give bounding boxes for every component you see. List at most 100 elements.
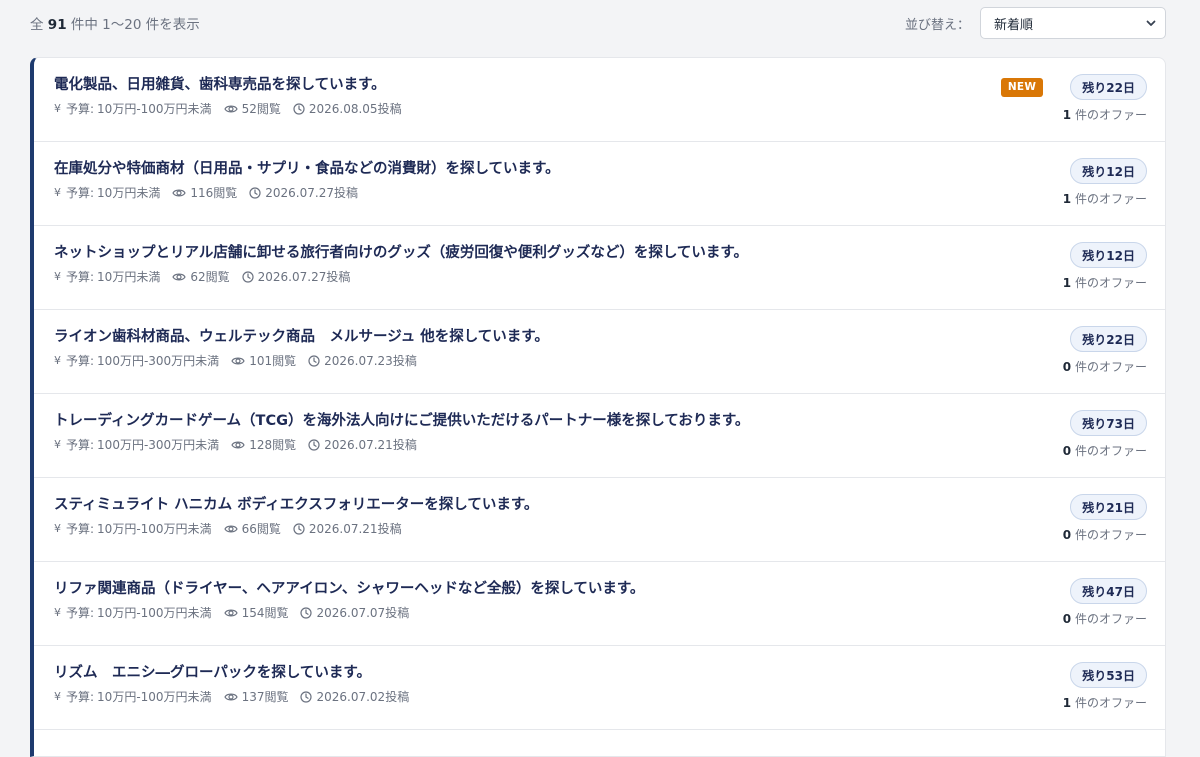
yen-icon: ¥ (54, 186, 61, 199)
remaining-days-badge: 残り21日 (1070, 494, 1147, 520)
request-item[interactable]: リズム エニシ―グローパックを探しています。 ¥ 予算: 10万円-100万円未… (34, 646, 1165, 730)
views-suffix: 閲覧 (272, 354, 297, 368)
request-title[interactable]: 電化製品、日用雑貨、歯科専売品を探しています。 (54, 75, 974, 95)
budget-value: 10万円未満 (97, 186, 161, 200)
request-item[interactable]: スティミュライト ハニカム ボディエクスフォリエーターを探しています。 ¥ 予算… (34, 478, 1165, 562)
views-count: 101 (249, 354, 273, 368)
budget-prefix: 予算: (66, 690, 95, 704)
request-item[interactable]: 在庫処分や特価商材（日用品・サプリ・食品などの消費財）を探しています。 ¥ 予算… (34, 142, 1165, 226)
views-info: 154 閲覧 (223, 605, 289, 621)
result-count-prefix: 全 (30, 17, 44, 33)
request-item[interactable]: トレーディングカードゲーム（TCG）を海外法人向けにご提供いただけるパートナー様… (34, 394, 1165, 478)
badge-row: NEW 残り22日 (1000, 74, 1147, 100)
yen-icon: ¥ (54, 102, 61, 115)
offer-count-value: 0 (1062, 444, 1072, 458)
views-info: 101 閲覧 (231, 353, 296, 369)
request-item[interactable]: リファ関連商品（ドライヤー、ヘアアイロン、シャワーヘッドなど全般）を探しています… (34, 562, 1165, 646)
offer-count-value: 0 (1062, 360, 1072, 374)
eye-icon (223, 523, 238, 535)
offer-count-suffix: 件のオファー (1074, 276, 1147, 290)
request-meta: ¥ 予算: 10万円-100万円未満 154 閲覧 2026.07.07 投稿 (54, 605, 1145, 621)
eye-icon (223, 607, 238, 619)
eye-icon (172, 271, 187, 283)
badge-row: 残り21日 (1070, 494, 1147, 520)
request-meta: ¥ 予算: 10万円未満 116 閲覧 2026.07.27 投稿 (54, 185, 1145, 201)
views-info: 116 閲覧 (172, 185, 237, 201)
request-status: NEW 残り22日 1 件のオファー (1000, 74, 1147, 123)
request-meta: ¥ 予算: 10万円-100万円未満 137 閲覧 2026.07.02 投稿 (54, 689, 1145, 705)
clock-icon (293, 103, 305, 115)
posted-info: 2026.07.27 投稿 (249, 185, 358, 201)
request-title[interactable]: リファ関連商品（ドライヤー、ヘアアイロン、シャワーヘッドなど全般）を探しています… (54, 579, 974, 599)
request-title[interactable]: ネットショップとリアル店舗に卸せる旅行者向けのグッズ（疲労回復や便利グッズなど）… (54, 243, 974, 263)
budget-prefix: 予算: (66, 438, 95, 452)
request-title[interactable]: トレーディングカードゲーム（TCG）を海外法人向けにご提供いただけるパートナー様… (54, 411, 974, 431)
posted-info: 2026.07.21 投稿 (293, 521, 402, 537)
posted-date: 2026.07.27 (265, 186, 334, 200)
budget-prefix: 予算: (66, 102, 95, 116)
result-total: 91 (47, 17, 67, 33)
budget-value: 10万円-100万円未満 (97, 522, 212, 536)
request-status: 残り12日 1 件のオファー (1063, 242, 1147, 291)
badge-row: 残り73日 (1070, 410, 1147, 436)
budget-value: 100万円-300万円未満 (97, 354, 220, 368)
sort-label: 並び替え： (904, 17, 970, 33)
posted-suffix: 投稿 (385, 606, 410, 620)
posted-info: 2026.07.02 投稿 (300, 689, 409, 705)
posted-suffix: 投稿 (392, 438, 417, 452)
offer-count: 1 件のオファー (1063, 694, 1147, 711)
request-title[interactable]: リズム エニシ―グローパックを探しています。 (54, 663, 974, 683)
sort-select[interactable]: 新着順 (980, 7, 1166, 39)
yen-icon: ¥ (54, 438, 61, 451)
budget-info: ¥ 予算: 10万円未満 (54, 269, 160, 285)
yen-icon: ¥ (54, 522, 61, 535)
views-suffix: 閲覧 (272, 438, 297, 452)
request-title[interactable]: 在庫処分や特価商材（日用品・サプリ・食品などの消費財）を探しています。 (54, 159, 974, 179)
posted-info: 2026.07.23 投稿 (308, 353, 417, 369)
posted-date: 2026.07.07 (316, 606, 386, 620)
offer-count-suffix: 件のオファー (1074, 528, 1147, 542)
request-item[interactable]: 電化製品、日用雑貨、歯科専売品を探しています。 ¥ 予算: 10万円-100万円… (34, 58, 1165, 142)
remaining-days-badge: 残り12日 (1070, 158, 1147, 184)
posted-info: 2026.07.27 投稿 (242, 269, 350, 285)
budget-prefix: 予算: (66, 186, 95, 200)
posted-date: 2026.08.05 (308, 102, 378, 116)
remaining-days-badge: 残り22日 (1070, 74, 1147, 100)
request-title[interactable]: ライオン歯科材商品、ウェルテック商品 メルサージュ 他を探しています。 (54, 327, 974, 347)
posted-date: 2026.07.21 (324, 438, 393, 452)
offer-count: 0 件のオファー (1063, 610, 1147, 627)
posted-info: 2026.07.07 投稿 (300, 605, 409, 621)
offer-count-value: 1 (1062, 108, 1072, 122)
offer-count-value: 1 (1062, 696, 1072, 710)
views-count: 128 (249, 438, 273, 452)
views-info: 66 閲覧 (223, 521, 281, 537)
chevron-down-icon (1145, 17, 1157, 29)
request-item[interactable]: ネットショップとリアル店舗に卸せる旅行者向けのグッズ（疲労回復や便利グッズなど）… (34, 226, 1165, 310)
clock-icon (293, 523, 305, 535)
badge-row: 残り53日 (1070, 662, 1147, 688)
views-suffix: 閲覧 (264, 606, 289, 620)
views-info: 52 閲覧 (223, 101, 281, 117)
budget-value: 10万円-100万円未満 (97, 606, 212, 620)
yen-icon: ¥ (54, 354, 61, 367)
new-badge: NEW (1000, 77, 1044, 97)
result-count: 全 91 件中 1〜20 件を表示 (30, 13, 200, 33)
views-info: 128 閲覧 (231, 437, 296, 453)
eye-icon (223, 103, 238, 115)
badge-row: 残り47日 (1070, 578, 1147, 604)
request-item[interactable]: ライオン歯科材商品、ウェルテック商品 メルサージュ 他を探しています。 ¥ 予算… (34, 310, 1165, 394)
remaining-days-badge: 残り22日 (1070, 326, 1147, 352)
offer-count: 1 件のオファー (1063, 274, 1147, 291)
result-count-suffix: 件中 1〜20 件を表示 (70, 17, 200, 33)
budget-info: ¥ 予算: 10万円未満 (54, 185, 160, 201)
request-meta: ¥ 予算: 10万円未満 62 閲覧 2026.07.27 投稿 (54, 269, 1145, 285)
request-status: 残り12日 1 件のオファー (1063, 158, 1147, 207)
budget-info: ¥ 予算: 10万円-100万円未満 (54, 689, 212, 705)
views-suffix: 閲覧 (264, 690, 289, 704)
remaining-days-badge: 残り73日 (1070, 410, 1147, 436)
posted-date: 2026.07.23 (324, 354, 393, 368)
request-title[interactable]: スティミュライト ハニカム ボディエクスフォリエーターを探しています。 (54, 495, 974, 515)
posted-date: 2026.07.27 (257, 270, 327, 284)
offer-count-suffix: 件のオファー (1074, 612, 1147, 626)
request-list: 電化製品、日用雑貨、歯科専売品を探しています。 ¥ 予算: 10万円-100万円… (30, 57, 1166, 757)
